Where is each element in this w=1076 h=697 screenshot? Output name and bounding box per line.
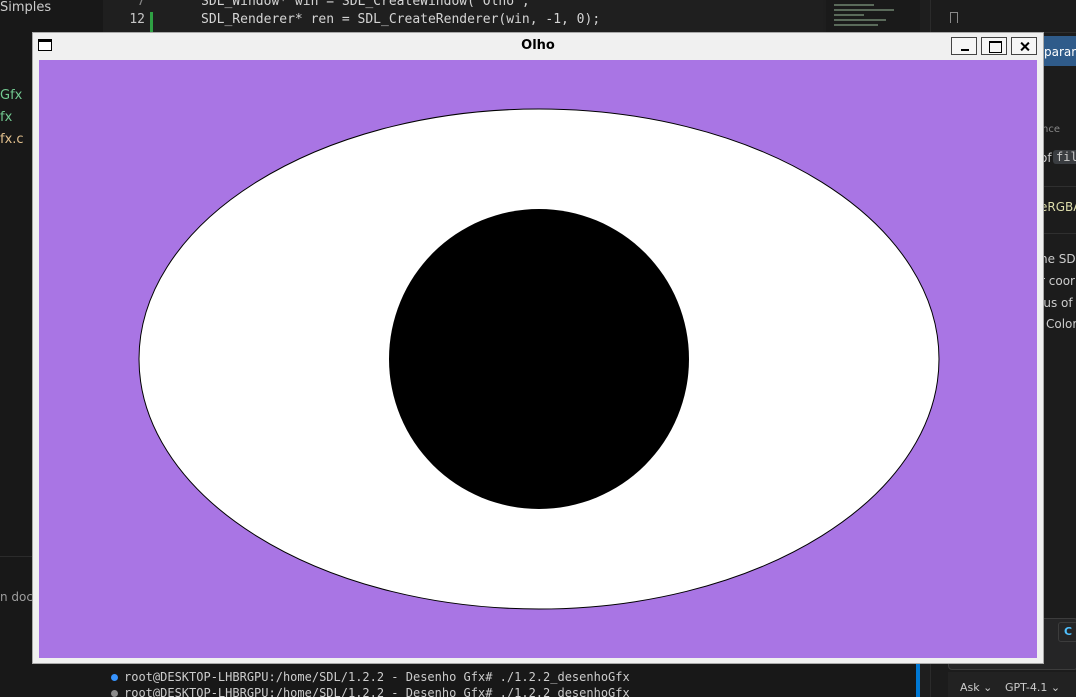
window-title: Olho bbox=[521, 38, 555, 53]
maximize-button[interactable] bbox=[981, 37, 1007, 55]
window-titlebar[interactable]: Olho bbox=[33, 33, 1043, 59]
chevron-down-icon: ⌄ bbox=[1047, 681, 1061, 694]
chat-fragment-sdl: he SDL bbox=[1040, 252, 1076, 266]
chat-fragment-coord: r coor bbox=[1040, 274, 1075, 288]
panel-scrollbar[interactable] bbox=[916, 660, 920, 697]
explorer-item-fx[interactable]: fx bbox=[0, 110, 12, 125]
explorer-item-fx-c[interactable]: fx.c bbox=[0, 132, 24, 147]
code-chip-fil: fil bbox=[1053, 150, 1076, 164]
code-text: SDL_Window* win = SDL_CreateWindow("Olho… bbox=[201, 0, 530, 9]
code-text: SDL_Renderer* ren = SDL_CreateRenderer(w… bbox=[201, 12, 601, 27]
explorer-item-simples[interactable]: Simples bbox=[0, 0, 51, 15]
terminal-line: root@DESKTOP-LHBRGPU:/home/SDL/1.2.2 - D… bbox=[111, 686, 630, 697]
bookmark-icon[interactable] bbox=[950, 12, 958, 23]
eye-pupil bbox=[389, 209, 689, 509]
command-status-dot-icon bbox=[111, 690, 118, 697]
minimize-button[interactable] bbox=[951, 37, 977, 55]
git-change-marker bbox=[150, 12, 153, 32]
chat-fragment-nce: nce bbox=[1042, 124, 1060, 135]
model-picker[interactable]: GPT-4.1 ⌄ bbox=[1005, 681, 1060, 694]
chevron-down-icon: ⌄ bbox=[979, 681, 993, 694]
attach-context-button[interactable]: C bbox=[1058, 622, 1076, 642]
sdl-window[interactable]: Olho bbox=[32, 32, 1044, 664]
chat-fragment-param: param bbox=[1044, 45, 1076, 59]
render-canvas[interactable] bbox=[39, 60, 1037, 658]
line-number: 12 bbox=[129, 12, 145, 27]
chat-fragment-ius: ius of bbox=[1040, 296, 1073, 310]
terminal-panel[interactable]: root@DESKTOP-LHBRGPU:/home/SDL/1.2.2 - D… bbox=[103, 660, 920, 697]
eye-drawing bbox=[39, 60, 1037, 658]
chat-fragment-color: Color bbox=[1046, 317, 1076, 331]
command-status-dot-icon bbox=[111, 674, 118, 681]
terminal-line: root@DESKTOP-LHBRGPU:/home/SDL/1.2.2 - D… bbox=[111, 670, 630, 684]
code-editor[interactable]: 7 SDL_Window* win = SDL_CreateWindow("Olh… bbox=[103, 0, 823, 32]
explorer-item-gfx[interactable]: Gfx bbox=[0, 88, 22, 103]
chat-fragment-rgba: eRGBA bbox=[1040, 200, 1076, 214]
mode-picker[interactable]: Ask ⌄ bbox=[960, 681, 992, 694]
close-button[interactable] bbox=[1011, 37, 1037, 55]
minimap[interactable] bbox=[826, 0, 920, 32]
code-line[interactable]: 12 SDL_Renderer* ren = SDL_CreateRenderer… bbox=[103, 10, 823, 30]
